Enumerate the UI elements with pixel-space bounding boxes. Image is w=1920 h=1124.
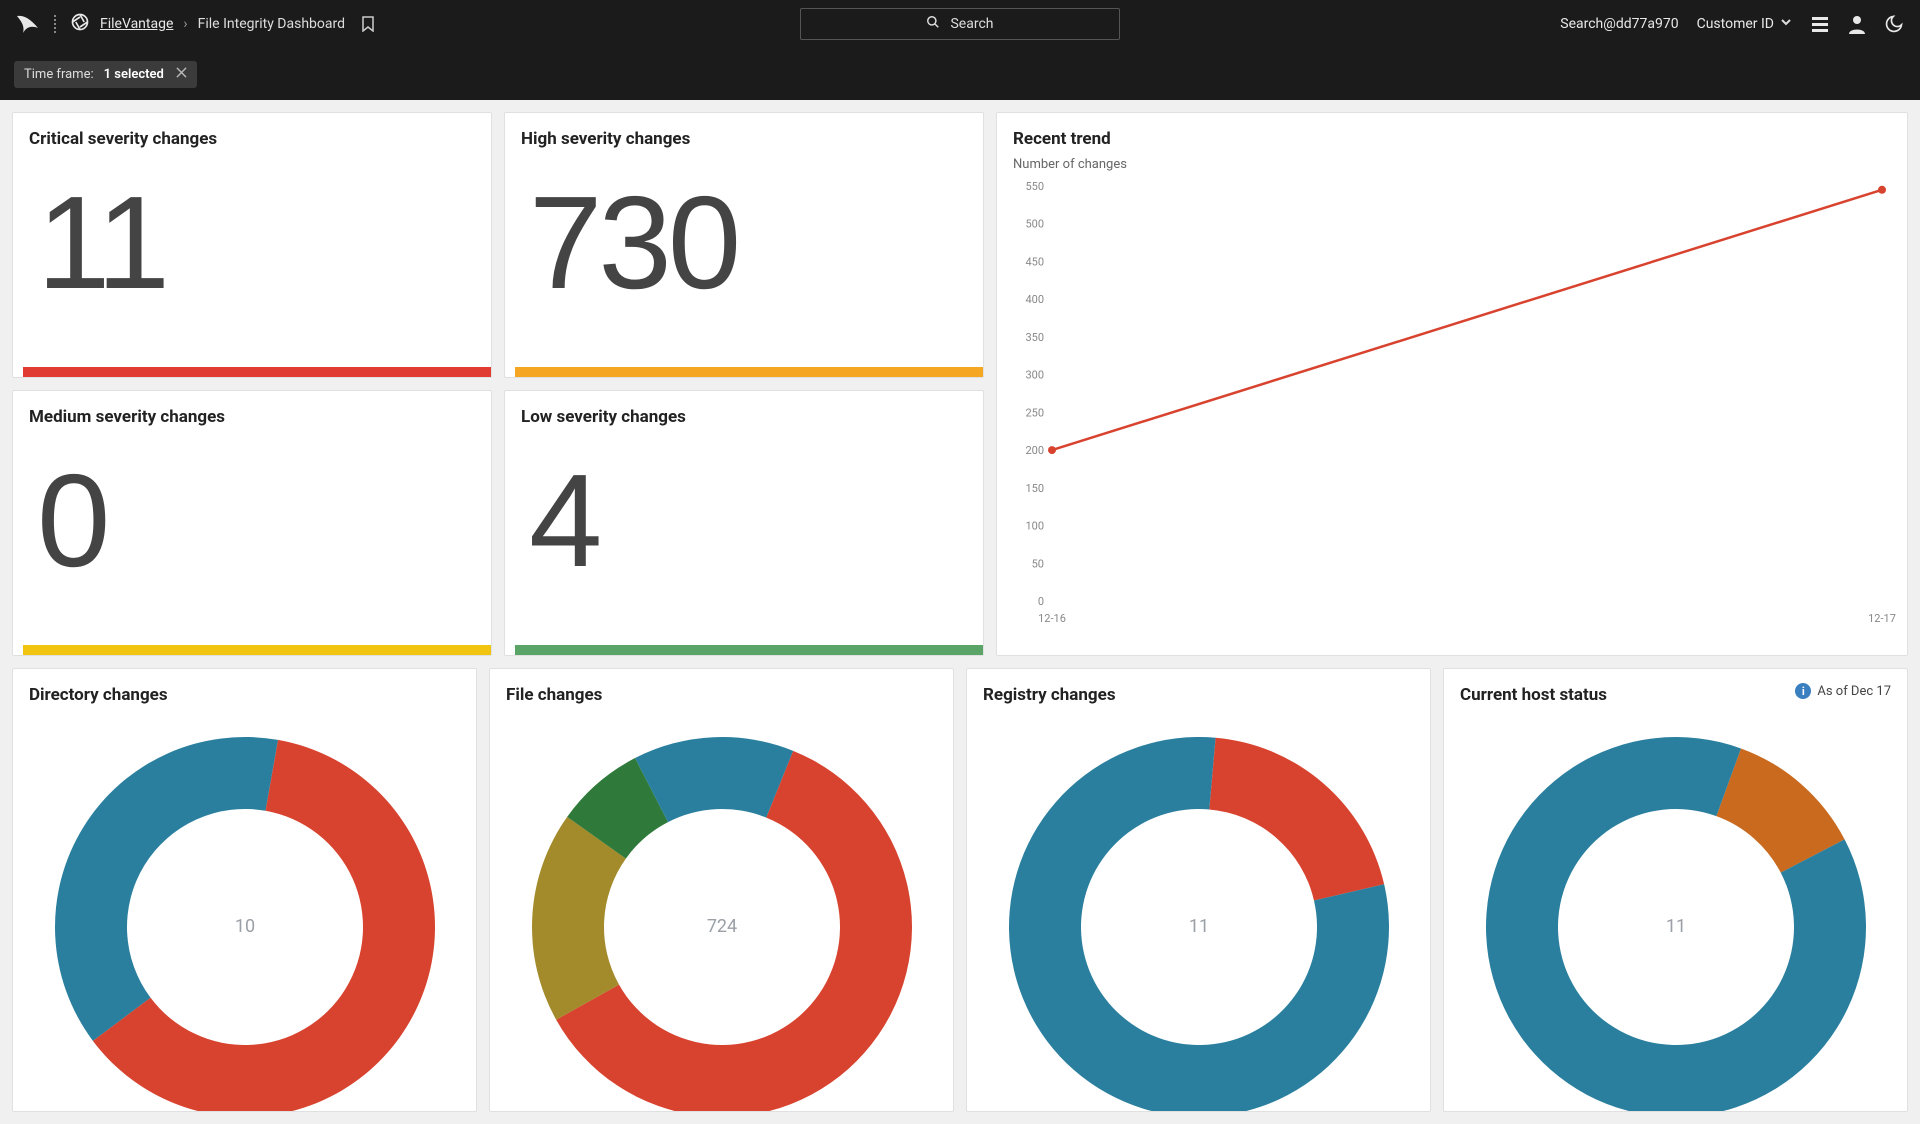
bookmark-icon[interactable] [361,16,375,32]
low-severity-value: 4 [505,435,983,587]
svg-text:12-17: 12-17 [1868,612,1896,625]
svg-text:300: 300 [1025,369,1044,382]
chevron-right-icon: › [183,16,187,32]
high-severity-card[interactable]: High severity changes 730 [504,112,984,378]
customer-id-dropdown[interactable]: Customer ID [1697,16,1792,32]
card-title: High severity changes [505,113,983,157]
breadcrumb-page: File Integrity Dashboard [198,16,345,32]
card-title: Medium severity changes [13,391,491,435]
card-title: Registry changes [967,669,1430,713]
dashboard-grid: Critical severity changes 11 High severi… [0,100,1920,1124]
severity-stripe [23,367,491,377]
svg-text:550: 550 [1025,180,1044,193]
falcon-logo-icon[interactable] [16,14,40,34]
card-title: File changes [490,669,953,713]
vertical-divider [54,15,56,33]
svg-text:150: 150 [1025,482,1044,495]
user-icon[interactable] [1848,14,1866,34]
search-icon [926,15,940,33]
breadcrumb: FileVantage › File Integrity Dashboard [100,16,375,32]
card-subtitle: Number of changes [997,157,1907,176]
as-of-label: i As of Dec 17 [1795,683,1891,699]
topbar-right: Search@dd77a970 Customer ID [1560,14,1904,34]
svg-text:350: 350 [1025,331,1044,344]
card-title: Recent trend [997,113,1907,157]
svg-text:0: 0 [1038,595,1044,608]
filter-bar: Time frame: 1 selected [0,48,1920,100]
info-icon[interactable]: i [1795,683,1811,699]
breadcrumb-root[interactable]: FileVantage [100,16,173,32]
user-email[interactable]: Search@dd77a970 [1560,16,1678,32]
svg-text:11: 11 [1665,916,1685,937]
list-icon[interactable] [1810,15,1830,33]
svg-text:450: 450 [1025,255,1044,268]
file-changes-card[interactable]: File changes 724 [489,668,954,1112]
top-bar: FileVantage › File Integrity Dashboard S… [0,0,1920,48]
close-icon[interactable] [176,67,187,82]
card-title: Directory changes [13,669,476,713]
svg-text:400: 400 [1025,293,1044,306]
host-status-donut[interactable]: 11 [1476,727,1876,1112]
search-placeholder: Search [950,16,993,32]
chevron-down-icon [1780,16,1792,32]
severity-stripe [515,645,983,655]
global-search[interactable]: Search [800,8,1120,40]
svg-text:500: 500 [1025,218,1044,231]
medium-severity-value: 0 [13,435,491,587]
svg-text:11: 11 [1188,916,1208,937]
critical-severity-value: 11 [13,157,491,309]
svg-text:12-16: 12-16 [1038,612,1066,625]
medium-severity-card[interactable]: Medium severity changes 0 [12,390,492,656]
registry-changes-donut[interactable]: 11 [999,727,1399,1112]
high-severity-value: 730 [505,157,983,309]
svg-text:100: 100 [1025,520,1044,533]
directory-changes-card[interactable]: Directory changes 10 [12,668,477,1112]
trend-line-chart[interactable]: 0 50 100 150 200 250 300 350 400 450 500 550 12-16 12… [997,176,1907,636]
current-host-status-card[interactable]: Current host status i As of Dec 17 11 [1443,668,1908,1112]
low-severity-card[interactable]: Low severity changes 4 [504,390,984,656]
card-title: Critical severity changes [13,113,491,157]
registry-changes-card[interactable]: Registry changes 11 [966,668,1431,1112]
moon-icon[interactable] [1884,14,1904,34]
svg-text:724: 724 [706,916,736,937]
time-frame-filter-chip[interactable]: Time frame: 1 selected [14,61,197,88]
svg-text:50: 50 [1032,557,1044,570]
aperture-icon[interactable] [70,12,90,36]
svg-text:250: 250 [1025,406,1044,419]
severity-stripe [515,367,983,377]
svg-text:10: 10 [234,916,254,937]
filter-label: Time frame: [24,67,94,82]
card-title: Current host status [1444,669,1623,713]
donut-row: Directory changes 10 File changes 724 Re… [12,668,1908,1112]
card-title: Low severity changes [505,391,983,435]
recent-trend-card: Recent trend Number of changes 0 50 100 150… [996,112,1908,656]
filter-value: 1 selected [104,67,164,82]
critical-severity-card[interactable]: Critical severity changes 11 [12,112,492,378]
file-changes-donut[interactable]: 724 [522,727,922,1112]
severity-stripe [23,645,491,655]
svg-text:200: 200 [1025,444,1044,457]
directory-changes-donut[interactable]: 10 [45,727,445,1112]
